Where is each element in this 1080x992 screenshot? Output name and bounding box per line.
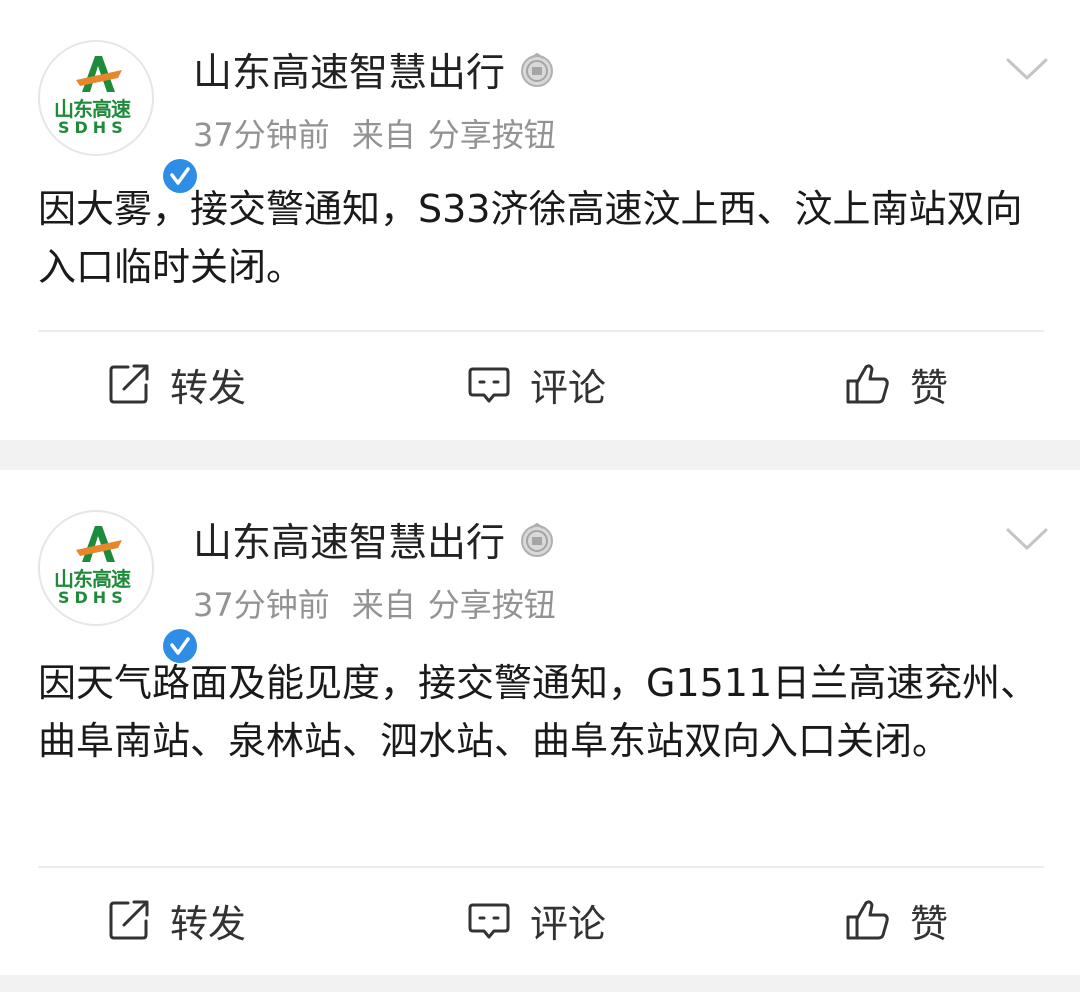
post-time: 37分钟前 xyxy=(193,586,330,624)
account-name[interactable]: 山东高速智慧出行 xyxy=(193,512,505,568)
post-source[interactable]: 分享按钮 xyxy=(428,586,556,624)
post-meta: 37分钟前 来自 分享按钮 xyxy=(193,580,578,626)
repost-icon xyxy=(109,900,149,940)
post-actions: 转发 评论 赞 xyxy=(0,334,1080,434)
post-actions: 转发 评论 赞 xyxy=(0,870,1080,970)
medal-icon[interactable] xyxy=(519,52,555,88)
divider xyxy=(38,866,1044,868)
post-meta: 37分钟前 来自 分享按钮 xyxy=(193,110,578,156)
avatar-logo-sub: SDHS xyxy=(58,118,128,137)
weibo-feed: 山东高速 SDHS 山东高速智慧出行 37分钟前 来自 分享按钮 因大雾，接交警… xyxy=(0,0,1080,992)
avatar[interactable]: 山东高速 SDHS xyxy=(38,510,200,666)
post-card: 山东高速 SDHS 山东高速智慧出行 37分钟前 来自 分享按钮 xyxy=(0,470,1080,975)
thumbs-up-icon xyxy=(846,364,889,404)
chevron-down-icon[interactable] xyxy=(1004,54,1050,84)
comment-icon xyxy=(468,903,510,939)
comment-button[interactable]: 评论 xyxy=(466,870,606,970)
repost-label: 转发 xyxy=(170,901,247,946)
like-label: 赞 xyxy=(910,901,949,946)
like-button[interactable]: 赞 xyxy=(844,334,948,434)
account-header: 山东高速智慧出行 xyxy=(193,512,555,568)
chevron-down-icon[interactable] xyxy=(1004,524,1050,554)
repost-label: 转发 xyxy=(170,365,247,410)
repost-icon xyxy=(109,364,149,404)
repost-button[interactable]: 转发 xyxy=(106,870,246,970)
comment-label: 评论 xyxy=(530,901,607,946)
account-name[interactable]: 山东高速智慧出行 xyxy=(193,42,505,98)
like-label: 赞 xyxy=(910,365,949,410)
medal-icon[interactable] xyxy=(519,522,555,558)
repost-button[interactable]: 转发 xyxy=(106,334,246,434)
divider xyxy=(38,330,1044,332)
comment-icon xyxy=(468,367,510,403)
thumbs-up-icon xyxy=(846,900,889,940)
like-button[interactable]: 赞 xyxy=(844,870,948,970)
post-time: 37分钟前 xyxy=(193,116,330,154)
post-source[interactable]: 分享按钮 xyxy=(428,116,556,154)
avatar-logo-sub: SDHS xyxy=(58,588,128,607)
avatar[interactable]: 山东高速 SDHS xyxy=(38,40,200,196)
post-content: 因大雾，接交警通知，S33济徐高速汶上西、汶上南站双向入口临时关闭。 xyxy=(38,187,1023,289)
comment-button[interactable]: 评论 xyxy=(466,334,606,434)
source-prefix: 来自 xyxy=(351,586,416,624)
post-content: 因天气路面及能见度，接交警通知，G1511日兰高速兖州、曲阜南站、泉林站、泗水站… xyxy=(38,661,1039,763)
comment-label: 评论 xyxy=(530,365,607,410)
post-card: 山东高速 SDHS 山东高速智慧出行 37分钟前 来自 分享按钮 xyxy=(0,0,1080,440)
source-prefix: 来自 xyxy=(351,116,416,154)
account-header: 山东高速智慧出行 xyxy=(193,42,555,98)
